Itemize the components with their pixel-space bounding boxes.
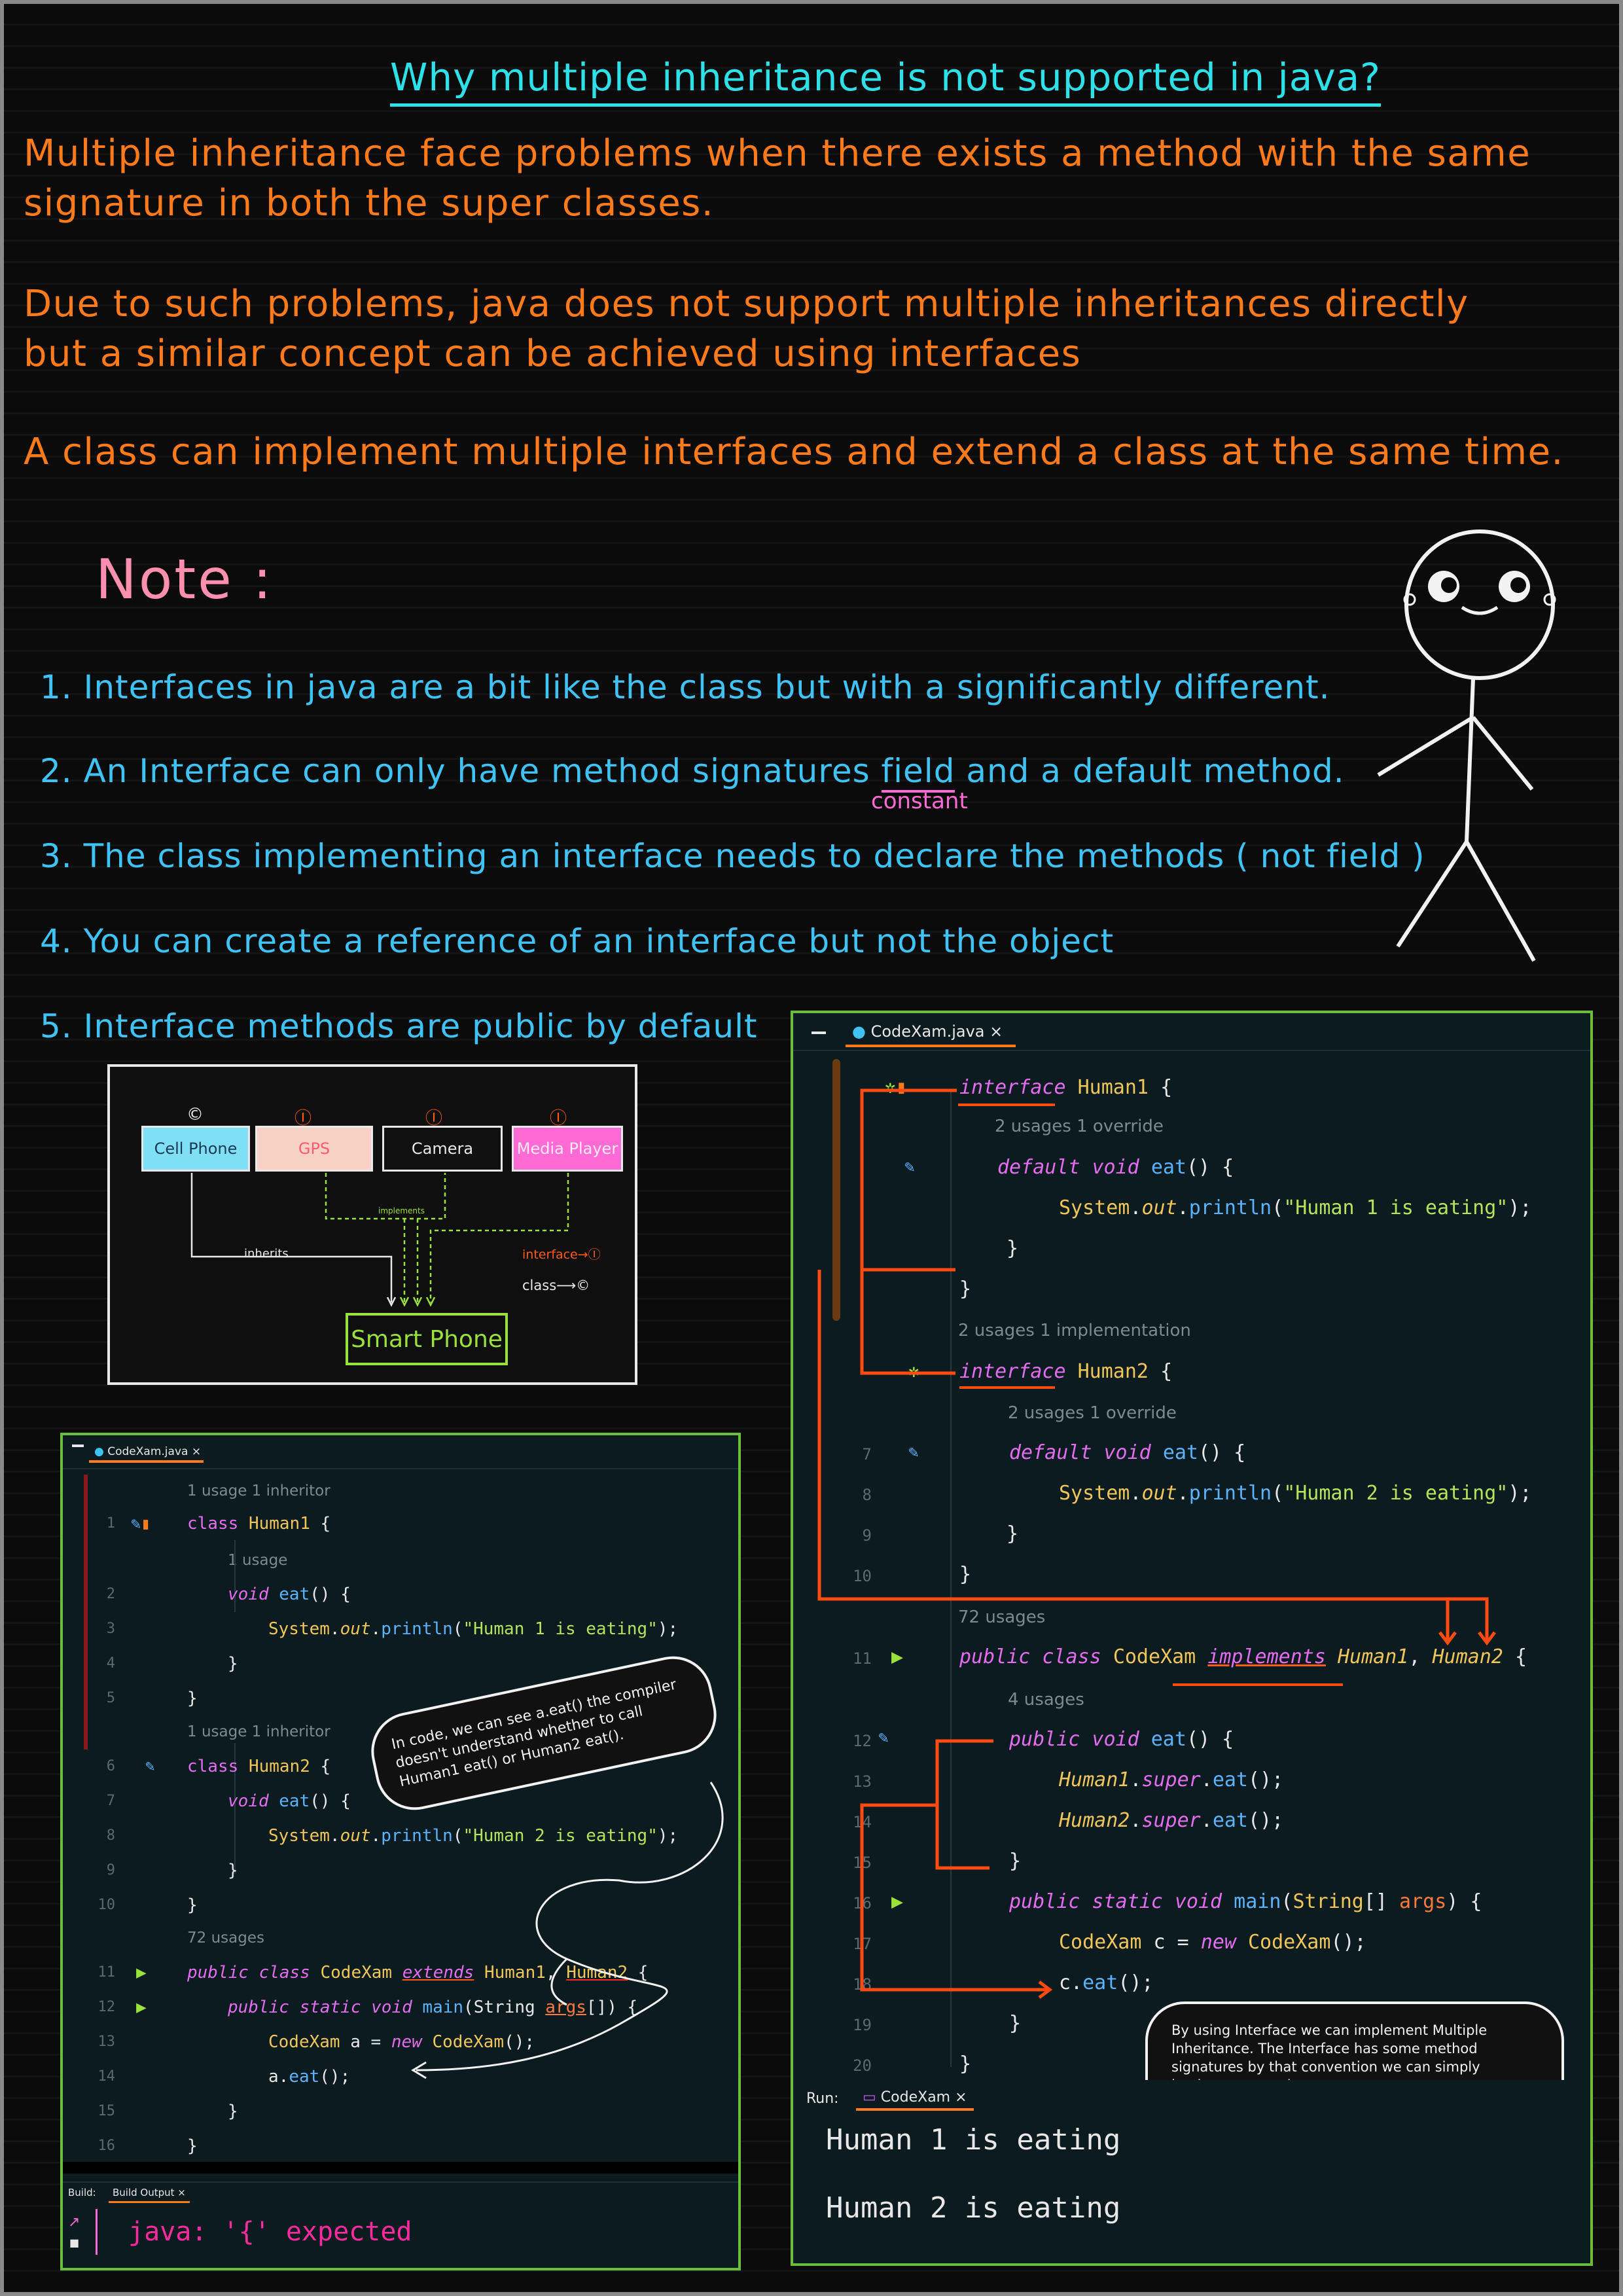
code-brace: }: [228, 2102, 238, 2121]
code-line-1: ✎▮: [131, 1514, 151, 1533]
left-code-panel: ● CodeXam.java × 1 usage 1 inheritor 1 u…: [60, 1433, 741, 2270]
page-title: Why multiple inheritance is not supporte…: [390, 55, 1381, 107]
override-gutter-icon[interactable]: ✎: [145, 1757, 154, 1775]
intro-line-4: but a similar concept can be achieved us…: [24, 332, 1082, 375]
page: Why multiple inheritance is not supporte…: [0, 0, 1623, 2296]
stop-icon[interactable]: ■: [69, 2236, 79, 2249]
note-item-5: 5. Interface methods are public by defau…: [40, 1007, 758, 1045]
code-brace: }: [187, 1689, 198, 1708]
line-number: 8: [106, 1827, 115, 1844]
code-brace: }: [187, 2136, 198, 2156]
line-number: 4: [106, 1655, 115, 1672]
code-class-human2: class Human2 {: [187, 1757, 331, 1776]
code-brace: }: [187, 1895, 198, 1915]
line-number: 13: [98, 2034, 116, 2050]
code-void-eat: void eat() {: [228, 1585, 351, 1604]
intro-line-5: A class can implement multiple interface…: [24, 431, 1564, 473]
tab-codexam-java[interactable]: ● CodeXam.java ×: [89, 1442, 204, 1463]
tab-label: CodeXam.java ×: [107, 1445, 202, 1458]
note-item-3: 3. The class implementing an interface n…: [40, 837, 1425, 875]
usage-hint: 1 usage: [228, 1552, 288, 1569]
line-number: 14: [98, 2068, 116, 2085]
note-item-1: 1. Interfaces in java are a bit like the…: [40, 668, 1330, 706]
intro-line-1: Multiple inheritance face problems when …: [24, 132, 1531, 175]
code-class-human1: class Human1 {: [187, 1514, 331, 1534]
legend-class: class⟶©: [522, 1278, 590, 1293]
line-number: 1: [106, 1515, 115, 1532]
run-gutter-icon[interactable]: ▶: [136, 1998, 147, 2017]
java-file-icon: ●: [94, 1445, 104, 1458]
run-label: Run:: [806, 2090, 839, 2107]
line-number: 15: [98, 2103, 116, 2119]
build-label: Build:: [68, 2187, 96, 2198]
note-item-2-field: field: [881, 752, 955, 793]
line-number: 11: [98, 1964, 116, 1981]
stick-figure-illustration: [1377, 529, 1556, 962]
line-number: 2: [106, 1586, 115, 1602]
console-output-line: Human 1 is eating: [826, 2123, 1121, 2157]
run-tab-label: CodeXam ×: [880, 2089, 967, 2106]
inheritance-diagram: © Ⓘ Ⓘ Ⓘ Cell Phone GPS Camera Media Play…: [107, 1064, 637, 1385]
tab-build-output[interactable]: Build Output ×: [109, 2184, 190, 2203]
constant-annotation: constant: [871, 788, 968, 814]
run-config-icon: ▭: [863, 2089, 876, 2106]
line-number: 7: [106, 1793, 115, 1809]
minimize-icon[interactable]: [72, 1444, 84, 1447]
line-number: 3: [106, 1621, 115, 1637]
build-error: java: '{' expected: [128, 2217, 412, 2247]
note-item-2-text: 2. An Interface can only have method sig…: [40, 752, 870, 790]
rerun-icon[interactable]: ↗: [68, 2214, 80, 2231]
code-brace: }: [228, 1861, 238, 1880]
right-code-panel: ● CodeXam.java × 2 usages 1 override 2 u…: [791, 1011, 1593, 2266]
usage-hint: 1 usage 1 inheritor: [187, 1723, 330, 1740]
code-a-eat: a.eat();: [268, 2067, 351, 2087]
legend-interface: interface→Ⓘ: [522, 1247, 601, 1262]
note-item-2-tail: and a default method.: [966, 752, 1345, 790]
line-number: 6: [106, 1758, 115, 1774]
note-item-2: 2. An Interface can only have method sig…: [40, 752, 1345, 793]
implements-label: implements: [378, 1206, 425, 1215]
smart-phone-box: Smart Phone: [346, 1313, 508, 1365]
usage-hint: 1 usage 1 inheritor: [187, 1482, 330, 1499]
note-item-4: 4. You can create a reference of an inte…: [40, 922, 1115, 960]
code-println: System.out.println("Human 1 is eating");: [268, 1619, 679, 1639]
run-gutter-icon[interactable]: ▶: [136, 1963, 147, 1982]
line-number: 16: [98, 2138, 116, 2154]
intro-line-3: Due to such problems, java does not supp…: [24, 283, 1469, 325]
usage-hint: 72 usages: [187, 1929, 264, 1946]
line-number: 5: [106, 1690, 115, 1706]
intro-line-2: signature in both the super classes.: [24, 182, 715, 224]
console-output-line: Human 2 is eating: [826, 2191, 1121, 2225]
line-number: 12: [98, 1999, 116, 2015]
inherits-label: inherits: [244, 1247, 289, 1261]
line-number: 9: [106, 1862, 115, 1878]
line-number: 10: [98, 1897, 116, 1913]
arrow-to-a-eat: [411, 1782, 724, 2079]
tab-run-codexam[interactable]: ▭ CodeXam ×: [856, 2087, 974, 2111]
code-void-eat: void eat() {: [228, 1791, 351, 1811]
code-brace: }: [228, 1654, 238, 1674]
note-heading: Note :: [96, 547, 274, 611]
